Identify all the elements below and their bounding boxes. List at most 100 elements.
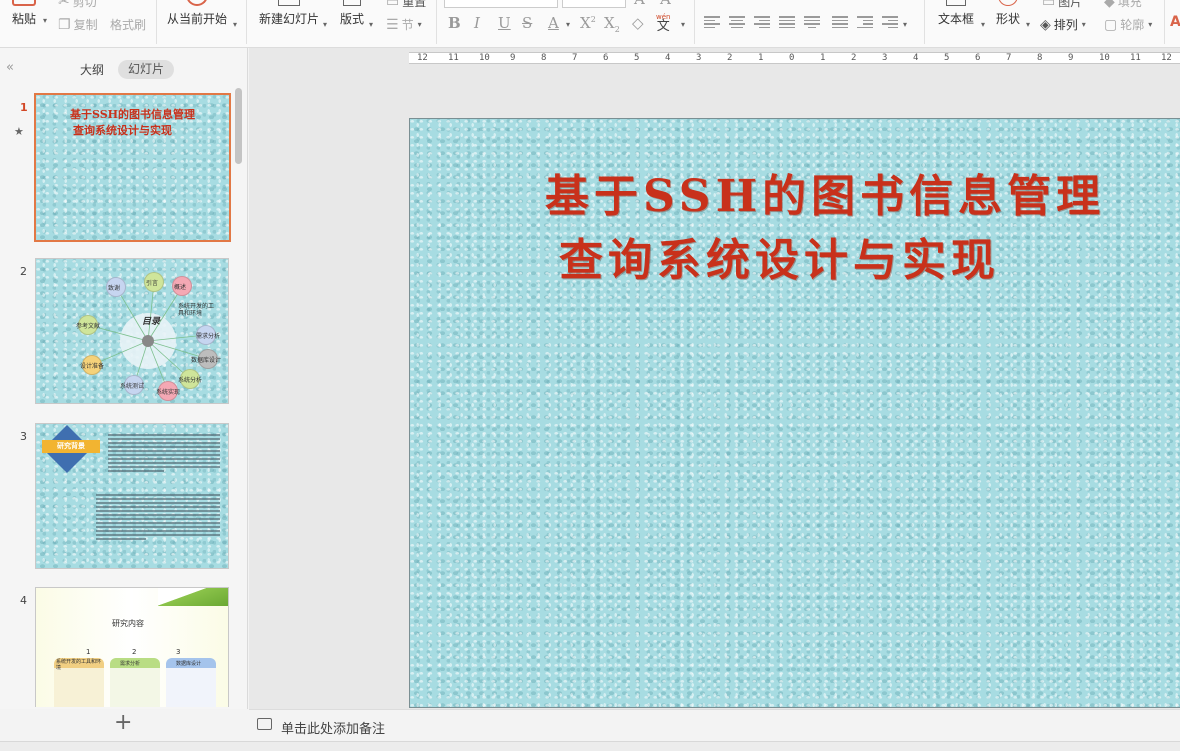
ruler-tick-label: 7 bbox=[1006, 53, 1012, 63]
ruler-tick-label: 1 bbox=[820, 53, 826, 63]
indent-icon[interactable] bbox=[857, 14, 873, 28]
fill-button[interactable]: ◆ 填充 bbox=[1104, 0, 1142, 10]
slide-panel: « 大纲 幻灯片 1 ★ 基于SSH的图书信息管理 查询系统设计与实现 2 致谢… bbox=[0, 48, 248, 735]
strikethrough-icon[interactable]: S bbox=[522, 14, 532, 32]
image-icon: ▭ bbox=[1042, 0, 1056, 10]
ruler-tick-label: 4 bbox=[665, 53, 671, 63]
slide-thumbnail-2[interactable]: 致谢 引言 概述 参考文献 需求分析 数据库设计 设计准备 系统测试 系统实现 … bbox=[35, 258, 229, 404]
copy-button[interactable]: ❐ 复制 bbox=[58, 16, 98, 33]
ruler-tick-label: 1 bbox=[758, 53, 764, 63]
status-bar bbox=[0, 741, 1180, 751]
superscript-icon[interactable]: X2 bbox=[580, 14, 596, 32]
ruler-tick-label: 10 bbox=[1099, 53, 1110, 63]
pinyin-button[interactable]: wén 文 bbox=[656, 12, 670, 33]
image-button[interactable]: ▭ 图片 bbox=[1042, 0, 1082, 10]
arrange-button[interactable]: ◈ 排列 ▾ bbox=[1040, 16, 1086, 33]
font-name-select[interactable] bbox=[444, 0, 558, 8]
slide-title-line2[interactable]: 查询系统设计与实现 bbox=[545, 229, 1105, 293]
underline-icon[interactable]: U bbox=[498, 14, 511, 32]
editing-canvas: 12 11 10 9 8 7 6 5 4 3 2 1 0 1 2 3 4 5 6 7 8 9 10 11 12 基于SSH的图书… bbox=[249, 48, 1180, 709]
align-center-icon[interactable] bbox=[729, 14, 745, 28]
slide-thumbnail-1[interactable]: 基于SSH的图书信息管理 查询系统设计与实现 bbox=[34, 93, 231, 242]
bold-icon[interactable]: B bbox=[448, 14, 461, 32]
align-left-icon[interactable] bbox=[704, 14, 720, 28]
bullet-list-icon[interactable] bbox=[882, 14, 898, 28]
ruler-tick-label: 12 bbox=[417, 53, 428, 63]
paragraph-1 bbox=[108, 432, 220, 474]
shape-icon bbox=[998, 0, 1018, 6]
format-painter-button[interactable]: 格式刷 bbox=[110, 16, 146, 33]
ruler-tick-label: 11 bbox=[448, 53, 459, 63]
ruler-tick-label: 2 bbox=[851, 53, 857, 63]
grow-font-icon[interactable]: A bbox=[634, 0, 645, 8]
toc-side-note: 系统开发的工具和环境 bbox=[178, 303, 215, 317]
outline-button[interactable]: ▢ 轮廓 ▾ bbox=[1104, 16, 1152, 33]
ruler-tick-label: 10 bbox=[479, 53, 490, 63]
ruler-tick-label: 2 bbox=[727, 53, 733, 63]
slide-number: 4 bbox=[20, 594, 27, 607]
ruler-tick-label: 6 bbox=[975, 53, 981, 63]
font-color-icon[interactable]: A bbox=[548, 14, 559, 32]
paste-icon bbox=[12, 0, 36, 6]
section-button[interactable]: ☰ 节 ▾ bbox=[386, 16, 422, 33]
scissors-icon: ✂ bbox=[58, 0, 70, 10]
line-spacing-icon[interactable] bbox=[832, 14, 848, 28]
toc-center-label: 目录 bbox=[142, 317, 161, 327]
justify-icon[interactable] bbox=[779, 14, 795, 28]
align-right-icon[interactable] bbox=[754, 14, 770, 28]
slide-thumbnail-3[interactable]: 研究背景 bbox=[35, 423, 229, 569]
collapse-panel-icon[interactable]: « bbox=[6, 60, 14, 75]
textbox-icon bbox=[946, 0, 966, 6]
ruler-tick-label: 9 bbox=[1068, 53, 1074, 63]
ribbon: 粘贴 ▾ ✂ 剪切 ❐ 复制 格式刷 从当前开始 ▾ 新建幻灯片 ▾ 版式 ▾ ▭ 重置… bbox=[0, 0, 1180, 48]
arrange-icon: ◈ bbox=[1040, 16, 1051, 33]
notes-placeholder[interactable]: 单击此处添加备注 bbox=[281, 718, 385, 737]
thumb-badge: 研究背景 bbox=[42, 440, 100, 453]
layout-icon bbox=[343, 0, 361, 6]
add-slide-button[interactable]: + bbox=[114, 710, 132, 735]
reset-button[interactable]: ▭ 重置 bbox=[386, 0, 426, 10]
font-size-select[interactable] bbox=[562, 0, 626, 8]
ruler-tick-label: 4 bbox=[913, 53, 919, 63]
new-slide-button[interactable]: 新建幻灯片 bbox=[259, 0, 319, 27]
layout-button[interactable]: 版式 bbox=[340, 0, 364, 27]
section-icon: ☰ bbox=[386, 16, 399, 33]
paste-button[interactable]: 粘贴 ▾ bbox=[12, 0, 47, 27]
ruler-tick-label: 6 bbox=[603, 53, 609, 63]
slide-number: 3 bbox=[20, 430, 27, 443]
ruler-tick-label: 11 bbox=[1130, 53, 1141, 63]
shape-button[interactable]: 形状 bbox=[996, 0, 1020, 27]
slide-canvas[interactable]: 基于SSH的图书信息管理 查询系统设计与实现 bbox=[409, 118, 1180, 708]
panel-scrollbar[interactable] bbox=[235, 88, 242, 164]
ruler-tick-label: 7 bbox=[572, 53, 578, 63]
cut-button[interactable]: ✂ 剪切 bbox=[58, 0, 97, 10]
notes-icon bbox=[257, 718, 272, 730]
reset-icon: ▭ bbox=[386, 0, 400, 10]
distribute-icon[interactable] bbox=[804, 14, 820, 28]
play-icon bbox=[186, 0, 208, 6]
slide-thumbnail-4[interactable]: 研究内容 1 2 3 系统开发的工具和环境 需求分析 数据库设计 bbox=[35, 587, 229, 707]
ruler-tick-label: 3 bbox=[882, 53, 888, 63]
subscript-icon[interactable]: X2 bbox=[604, 14, 620, 34]
slide-title-line1[interactable]: 基于SSH的图书信息管理 bbox=[545, 165, 1105, 229]
tab-slides[interactable]: 幻灯片 bbox=[118, 60, 174, 79]
ruler-tick-label: 5 bbox=[634, 53, 640, 63]
copy-icon: ❐ bbox=[58, 16, 71, 33]
italic-icon[interactable]: I bbox=[474, 14, 480, 32]
horizontal-ruler: 12 11 10 9 8 7 6 5 4 3 2 1 0 1 2 3 4 5 6 7 8 9 10 11 12 bbox=[409, 52, 1180, 64]
animation-star-icon: ★ bbox=[14, 125, 24, 138]
paragraph-2 bbox=[96, 492, 220, 542]
tab-outline[interactable]: 大纲 bbox=[80, 61, 104, 78]
eraser-icon[interactable]: ◇ bbox=[632, 14, 644, 32]
shrink-font-icon[interactable]: A bbox=[660, 0, 671, 8]
ruler-tick-label: 3 bbox=[696, 53, 702, 63]
play-from-current-button[interactable]: 从当前开始 bbox=[167, 0, 227, 27]
ruler-tick-label: 8 bbox=[1037, 53, 1043, 63]
new-slide-icon bbox=[278, 0, 300, 6]
textbox-button[interactable]: 文本框 bbox=[938, 0, 974, 27]
notes-pane[interactable]: 单击此处添加备注 bbox=[249, 709, 1180, 741]
ruler-tick-label: 0 bbox=[789, 53, 795, 63]
slide-title[interactable]: 基于SSH的图书信息管理 查询系统设计与实现 bbox=[545, 165, 1105, 293]
more-icon[interactable]: A bbox=[1170, 14, 1180, 30]
thumb-heading: 研究内容 bbox=[112, 619, 144, 628]
